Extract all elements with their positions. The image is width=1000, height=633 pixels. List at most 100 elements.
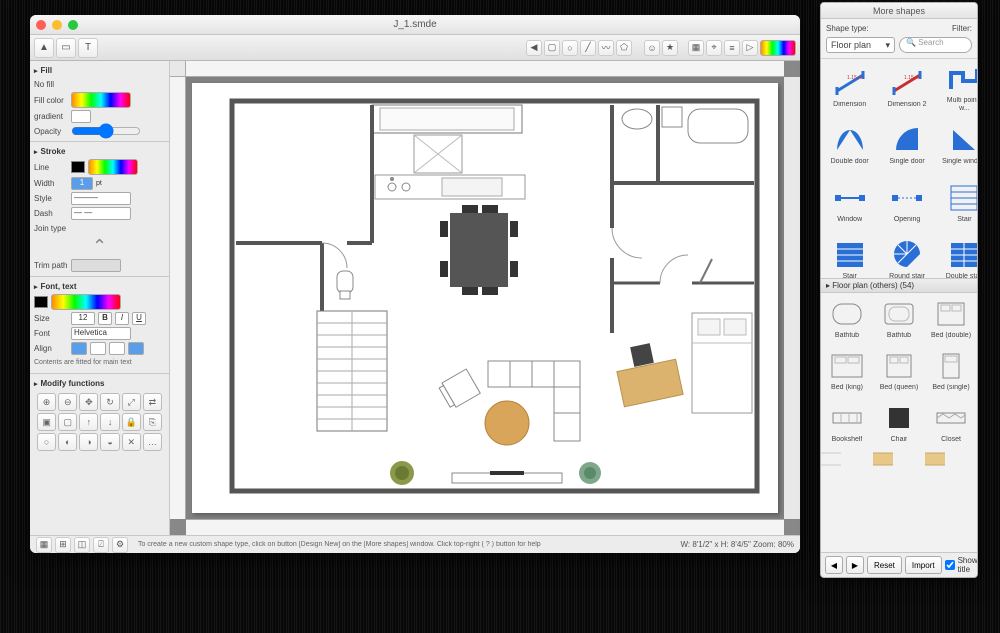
stroke-color-picker[interactable] [88, 159, 138, 175]
drawing-paper[interactable] [192, 83, 778, 513]
sb-icon-5[interactable]: ⚙ [112, 537, 128, 553]
align-top-button[interactable] [128, 342, 144, 355]
shape-multi-points-wall[interactable]: Multi points w... [936, 59, 977, 116]
pointer-tool-button[interactable]: ▲ [34, 38, 54, 58]
shape-category-select[interactable]: Floor plan▾ [826, 37, 895, 53]
ruler-horizontal[interactable] [186, 61, 784, 77]
align-center-button[interactable] [90, 342, 106, 355]
stroke-header[interactable]: Stroke [34, 145, 165, 158]
shape-double-door[interactable]: Double door [821, 116, 878, 173]
shape-line-button[interactable]: ╱ [580, 40, 596, 56]
text-color-picker[interactable] [51, 294, 121, 310]
font-header[interactable]: Font, text [34, 280, 165, 293]
mod-back-button[interactable]: ↓ [100, 413, 119, 431]
mod-e-button[interactable]: ✕ [122, 433, 141, 451]
shape-bathtub-1[interactable]: Bathtub [821, 293, 873, 345]
preview-button[interactable]: ▷ [742, 40, 758, 56]
text-color-swatch[interactable] [34, 296, 48, 308]
floor-plan-drawing[interactable] [192, 83, 778, 513]
show-title-checkbox[interactable]: Show title [945, 556, 978, 574]
shape-bed-double[interactable]: Bed (double) [925, 293, 977, 345]
ruler-vertical[interactable] [170, 77, 186, 519]
smiley-icon[interactable]: ☺ [644, 40, 660, 56]
mod-f-button[interactable]: … [143, 433, 162, 451]
shape-dimension[interactable]: 1.15 mDimension [821, 59, 878, 116]
shape-peek-3[interactable] [925, 449, 945, 469]
shape-single-window[interactable]: Single window [936, 116, 977, 173]
mod-dup-button[interactable]: ⎘ [143, 413, 162, 431]
snap-toggle-button[interactable]: ⌖ [706, 40, 722, 56]
italic-button[interactable]: I [115, 312, 129, 325]
stroke-dash-select[interactable]: — — [71, 207, 131, 220]
shape-window[interactable]: Window [821, 174, 878, 231]
mod-d-button[interactable]: ◒ [100, 433, 119, 451]
shape-bookshelf[interactable]: Bookshelf [821, 397, 873, 449]
fill-color-picker[interactable] [71, 92, 131, 108]
shape-curve-button[interactable]: 〰 [598, 40, 614, 56]
color-gradient-button[interactable] [760, 40, 796, 56]
mod-lock-button[interactable]: 🔒 [122, 413, 141, 431]
shape-bed-single[interactable]: Bed (single) [925, 345, 977, 397]
align-right-button[interactable] [109, 342, 125, 355]
shape-rect-button[interactable]: ▢ [544, 40, 560, 56]
shape-double-stair[interactable]: Double stair [936, 231, 977, 288]
mod-c-button[interactable]: ◑ [79, 433, 98, 451]
shapes-panel-body[interactable]: 1.15 mDimension 1.15 mDimension 2 Multi … [821, 59, 977, 552]
next-page-button[interactable]: ▶ [846, 556, 864, 574]
close-window-button[interactable] [36, 20, 46, 30]
mod-a-button[interactable]: ○ [37, 433, 56, 451]
shape-dimension-2[interactable]: 1.15 mDimension 2 [878, 59, 935, 116]
align-left-button[interactable] [71, 342, 87, 355]
sb-icon-4[interactable]: ⍁ [93, 537, 109, 553]
font-size-input[interactable]: 12 [71, 312, 95, 325]
mod-move-button[interactable]: ✥ [79, 393, 98, 411]
import-button[interactable]: Import [905, 556, 942, 574]
text-tool-button[interactable]: T [78, 38, 98, 58]
chevron-up-icon[interactable]: ⌃ [92, 236, 107, 257]
mod-subtract-button[interactable]: ⊖ [58, 393, 77, 411]
shape-bathtub-2[interactable]: Bathtub [873, 293, 925, 345]
shape-stair[interactable]: Stair [936, 174, 977, 231]
mod-scale-button[interactable]: ⤢ [122, 393, 141, 411]
star-tool-button[interactable]: ★ [662, 40, 678, 56]
mod-group-button[interactable]: ▣ [37, 413, 56, 431]
fill-header[interactable]: Fill [34, 64, 165, 77]
grid-toggle-button[interactable]: ▦ [688, 40, 704, 56]
title-bar[interactable]: J_1.smde [30, 15, 800, 35]
stroke-color-swatch[interactable] [71, 161, 85, 173]
minimize-window-button[interactable] [52, 20, 62, 30]
mod-ungroup-button[interactable]: ▢ [58, 413, 77, 431]
stroke-width-input[interactable]: 1 [71, 177, 93, 190]
shape-single-door[interactable]: Single door [878, 116, 935, 173]
trim-slider[interactable] [71, 259, 121, 272]
shape-opening[interactable]: Opening [878, 174, 935, 231]
underline-button[interactable]: U [132, 312, 146, 325]
sb-icon-1[interactable]: ▦ [36, 537, 52, 553]
shape-peek-1[interactable] [821, 449, 841, 469]
shape-oval-button[interactable]: ○ [562, 40, 578, 56]
shape-bed-queen[interactable]: Bed (queen) [873, 345, 925, 397]
shapes-panel-title[interactable]: More shapes [821, 3, 977, 19]
prev-page-button[interactable]: ◀ [825, 556, 843, 574]
mod-union-button[interactable]: ⊕ [37, 393, 56, 411]
opacity-slider[interactable] [71, 126, 141, 136]
shape-closet[interactable]: Closet [925, 397, 977, 449]
gradient-stepper[interactable] [71, 110, 91, 123]
arrow-left-icon[interactable]: ◀ [526, 40, 542, 56]
sb-icon-2[interactable]: ⊞ [55, 537, 71, 553]
shape-bed-king[interactable]: Bed (king) [821, 345, 873, 397]
bold-button[interactable]: B [98, 312, 112, 325]
shape-chair[interactable]: Chair [873, 397, 925, 449]
shape-poly-button[interactable]: ⬠ [616, 40, 632, 56]
reset-button[interactable]: Reset [867, 556, 902, 574]
mod-front-button[interactable]: ↑ [79, 413, 98, 431]
stroke-style-select[interactable]: ——— [71, 192, 131, 205]
canvas-viewport[interactable] [186, 77, 784, 519]
mod-flip-button[interactable]: ⇄ [143, 393, 162, 411]
shape-search-input[interactable]: 🔍 Search [899, 37, 972, 53]
zoom-window-button[interactable] [68, 20, 78, 30]
modify-header[interactable]: Modify functions [34, 377, 165, 390]
font-family-select[interactable]: Helvetica [71, 327, 131, 340]
mod-rotate-button[interactable]: ↻ [100, 393, 119, 411]
layers-button[interactable]: ≡ [724, 40, 740, 56]
